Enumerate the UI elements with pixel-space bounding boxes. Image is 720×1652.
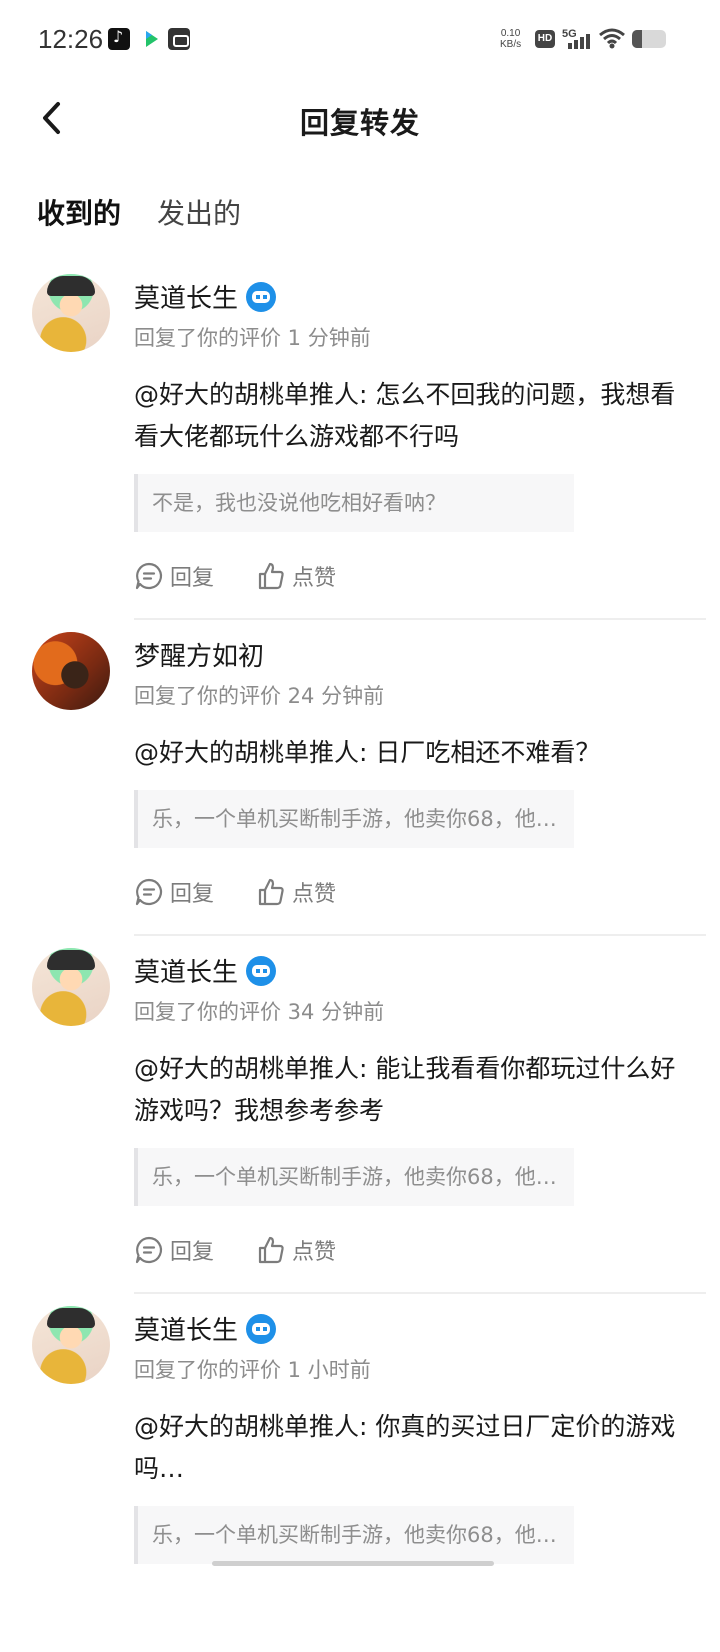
list-item[interactable]: 莫道长生 回复了你的评价 34 分钟前 @好大的胡桃单推人: 能让我看看你都玩过… [0, 936, 720, 1294]
tiktok-icon [108, 27, 130, 50]
net-speed: 0.10 KB/s [500, 28, 521, 50]
status-bar: 12:26 0.10 KB/s HD 5G [0, 0, 720, 80]
reply-button[interactable]: 回复 [134, 1230, 214, 1270]
tab-sent[interactable]: 发出的 [157, 192, 241, 232]
quoted-comment[interactable]: 不是，我也没说他吃相好看呐？ [134, 474, 574, 532]
signal-icon: 5G [562, 28, 590, 49]
thumbs-up-icon [258, 878, 284, 906]
gamepad-badge-icon [246, 281, 277, 312]
net-speed-value: 0.10 [500, 28, 521, 39]
quoted-comment[interactable]: 乐，一个单机买断制手游，他卖你68，他拿… [134, 1148, 574, 1206]
video-app-icon [140, 28, 162, 50]
comment-icon [135, 1236, 163, 1264]
comment-icon [135, 878, 163, 906]
user-name[interactable]: 梦醒方如初 [134, 636, 264, 673]
gamepad-badge-icon [246, 1313, 277, 1344]
user-name[interactable]: 莫道长生 [134, 1310, 238, 1347]
page-title: 回复转发 [299, 106, 420, 140]
avatar[interactable] [32, 948, 110, 1026]
reply-content[interactable]: @好大的胡桃单推人: 怎么不回我的问题，我想看看大佬都玩什么游戏都不行吗 [134, 374, 684, 458]
tab-bar: 收到的 发出的 [0, 190, 720, 240]
name-row: 莫道长生 [134, 1294, 704, 1346]
quoted-comment[interactable]: 乐，一个单机买断制手游，他卖你68，他拿… [134, 790, 574, 848]
action-bar: 回复 点赞 [134, 556, 704, 596]
gamepad-badge-icon [246, 955, 277, 986]
reply-content[interactable]: @好大的胡桃单推人: 日厂吃相还不难看？ [134, 732, 684, 774]
reply-meta: 回复了你的评价 34 分钟前 [134, 1000, 385, 1024]
like-button[interactable]: 点赞 [256, 556, 336, 596]
like-button[interactable]: 点赞 [256, 1230, 336, 1270]
quoted-comment[interactable]: 乐，一个单机买断制手游，他卖你68，他拿… [134, 1506, 574, 1564]
name-row: 莫道长生 [134, 936, 704, 988]
reply-button[interactable]: 回复 [134, 556, 214, 596]
like-label: 点赞 [292, 882, 337, 907]
comment-icon [135, 562, 163, 590]
like-label: 点赞 [292, 1240, 337, 1265]
action-bar: 回复 点赞 [134, 872, 704, 912]
reply-meta: 回复了你的评价 24 分钟前 [134, 684, 385, 708]
reply-meta: 回复了你的评价 1 分钟前 [134, 326, 371, 350]
message-icon [168, 28, 190, 50]
reply-content[interactable]: @好大的胡桃单推人: 能让我看看你都玩过什么好游戏吗？我想参考参考 [134, 1048, 684, 1132]
like-button[interactable]: 点赞 [256, 872, 336, 912]
reply-label: 回复 [170, 882, 215, 907]
avatar[interactable] [32, 274, 110, 352]
status-time: 12:26 [38, 24, 104, 54]
list-item[interactable]: 梦醒方如初 回复了你的评价 24 分钟前 @好大的胡桃单推人: 日厂吃相还不难看… [0, 620, 720, 936]
reply-label: 回复 [170, 1240, 215, 1265]
name-row: 莫道长生 [134, 262, 704, 314]
net-speed-unit: KB/s [500, 39, 522, 50]
reply-button[interactable]: 回复 [134, 872, 214, 912]
like-label: 点赞 [292, 566, 337, 591]
reply-meta: 回复了你的评价 1 小时前 [134, 1358, 371, 1382]
thumbs-up-icon [258, 1236, 284, 1264]
action-bar: 回复 点赞 [134, 1230, 704, 1270]
name-row: 梦醒方如初 [134, 620, 704, 672]
user-name[interactable]: 莫道长生 [134, 278, 238, 315]
reply-list: 莫道长生 回复了你的评价 1 分钟前 @好大的胡桃单推人: 怎么不回我的问题，我… [0, 262, 720, 1652]
svg-text:5G: 5G [562, 28, 577, 40]
top-bar: 回复转发 [0, 80, 720, 160]
user-name[interactable]: 莫道长生 [134, 952, 238, 989]
avatar[interactable] [32, 1306, 110, 1384]
thumbs-up-icon [258, 562, 284, 590]
hd-icon: HD [535, 30, 555, 48]
list-item[interactable]: 莫道长生 回复了你的评价 1 分钟前 @好大的胡桃单推人: 怎么不回我的问题，我… [0, 262, 720, 620]
reply-content[interactable]: @好大的胡桃单推人: 你真的买过日厂定价的游戏吗… [134, 1406, 684, 1490]
battery-icon [632, 30, 666, 48]
reply-label: 回复 [170, 566, 215, 591]
avatar[interactable] [32, 632, 110, 710]
wifi-icon [599, 28, 625, 49]
tab-received[interactable]: 收到的 [37, 192, 121, 232]
home-indicator[interactable] [212, 1561, 494, 1566]
list-item[interactable]: 莫道长生 回复了你的评价 1 小时前 @好大的胡桃单推人: 你真的买过日厂定价的… [0, 1294, 720, 1652]
